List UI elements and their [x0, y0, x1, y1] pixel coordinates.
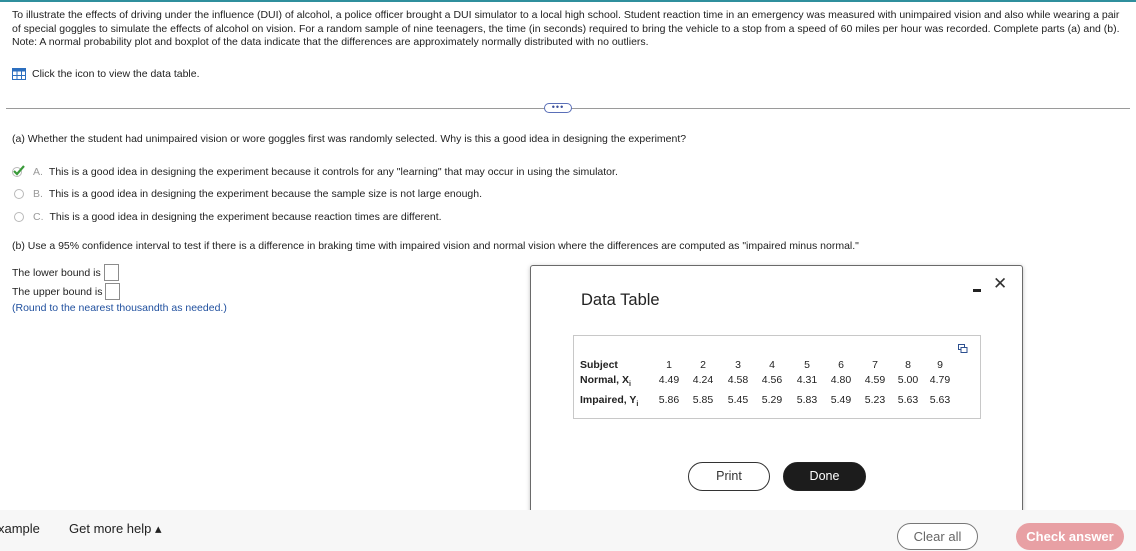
normal-label: Normal, Xi [580, 374, 631, 388]
subject-label: Subject [580, 359, 618, 371]
check-answer-button[interactable]: Check answer [1016, 523, 1124, 550]
normal-cell: 4.58 [727, 374, 749, 386]
print-button[interactable]: Print [688, 462, 770, 491]
correct-check-icon[interactable] [12, 165, 25, 177]
impaired-cell: 5.49 [830, 394, 852, 406]
dialog-title: Data Table [581, 291, 660, 309]
normal-cell: 5.00 [897, 374, 919, 386]
subject-cell: 9 [937, 359, 943, 371]
impaired-cell: 5.83 [796, 394, 818, 406]
problem-intro: To illustrate the effects of driving und… [12, 9, 1120, 35]
view-data-table-label[interactable]: Click the icon to view the data table. [32, 68, 200, 80]
impaired-cell: 5.63 [929, 394, 951, 406]
subject-cell: 6 [838, 359, 844, 371]
done-button[interactable]: Done [783, 462, 866, 491]
choice-b-radio[interactable] [14, 189, 24, 199]
part-a-question: (a) Whether the student had unimpaired v… [12, 133, 687, 145]
clear-all-button[interactable]: Clear all [897, 523, 978, 550]
get-more-help-button[interactable]: Get more help ▴ [69, 521, 162, 537]
normal-cell: 4.31 [796, 374, 818, 386]
view-data-table-link[interactable]: Click the icon to view the data table. [12, 68, 200, 80]
choice-c-radio[interactable] [14, 212, 24, 222]
choice-a-letter: A. [33, 166, 43, 178]
subject-cell: 5 [804, 359, 810, 371]
normal-cell: 4.59 [864, 374, 886, 386]
expand-more-button[interactable]: ••• [544, 103, 572, 113]
upper-bound-label: The upper bound is [12, 285, 103, 298]
normal-cell: 4.24 [692, 374, 714, 386]
normal-label-sub: i [629, 381, 631, 389]
choice-a-text[interactable]: This is a good idea in designing the exp… [49, 166, 618, 178]
minimize-icon[interactable] [971, 280, 985, 294]
subject-cell: 8 [905, 359, 911, 371]
problem-statement: To illustrate the effects of driving und… [12, 9, 1128, 50]
part-b-question: (b) Use a 95% confidence interval to tes… [12, 240, 859, 252]
choice-c[interactable]: C. This is a good idea in designing the … [14, 211, 442, 223]
table-grid-icon[interactable] [12, 68, 26, 80]
normal-label-text: Normal, X [580, 374, 630, 386]
impaired-cell: 5.85 [692, 394, 714, 406]
subject-cell: 1 [666, 359, 672, 371]
normal-cell: 4.79 [929, 374, 951, 386]
problem-note: Note: A normal probability plot and boxp… [12, 36, 649, 48]
subject-cell: 2 [700, 359, 706, 371]
normal-cell: 4.56 [761, 374, 783, 386]
impaired-label-sub: i [636, 401, 639, 409]
lower-bound-input[interactable] [103, 264, 119, 281]
impaired-cell: 5.45 [727, 394, 749, 406]
top-accent-rule [0, 0, 1136, 2]
impaired-cell: 5.63 [897, 394, 919, 406]
impaired-label-text: Impaired, Y [580, 394, 637, 406]
data-table-dialog: Data Table ✕ Subject 1 2 3 4 5 6 7 8 9 N… [530, 265, 1023, 521]
example-link[interactable]: xample [0, 521, 40, 536]
lower-bound-label: The lower bound is [12, 266, 101, 279]
choice-c-text[interactable]: This is a good idea in designing the exp… [50, 211, 442, 223]
close-icon[interactable]: ✕ [993, 275, 1009, 292]
choice-b[interactable]: B. This is a good idea in designing the … [14, 188, 482, 200]
choice-c-letter: C. [33, 211, 44, 223]
lower-bound-row: The lower bound is [12, 264, 119, 281]
upper-bound-row: The upper bound is [12, 283, 121, 300]
subject-cell: 7 [872, 359, 878, 371]
subject-cell: 4 [769, 359, 775, 371]
upper-bound-input[interactable] [105, 283, 121, 300]
impaired-cell: 5.29 [761, 394, 783, 406]
copy-icon[interactable] [958, 344, 968, 354]
impaired-label: Impaired, Yi [580, 394, 638, 408]
normal-cell: 4.80 [830, 374, 852, 386]
choice-b-letter: B. [33, 188, 43, 200]
rounding-hint: (Round to the nearest thousandth as need… [12, 302, 227, 314]
choice-a[interactable]: A. This is a good idea in designing the … [12, 165, 618, 178]
subject-cell: 3 [735, 359, 741, 371]
impaired-cell: 5.86 [658, 394, 680, 406]
impaired-cell: 5.23 [864, 394, 886, 406]
normal-cell: 4.49 [658, 374, 680, 386]
data-table: Subject 1 2 3 4 5 6 7 8 9 Normal, Xi 4.4… [573, 335, 981, 419]
choice-b-text[interactable]: This is a good idea in designing the exp… [49, 188, 482, 200]
